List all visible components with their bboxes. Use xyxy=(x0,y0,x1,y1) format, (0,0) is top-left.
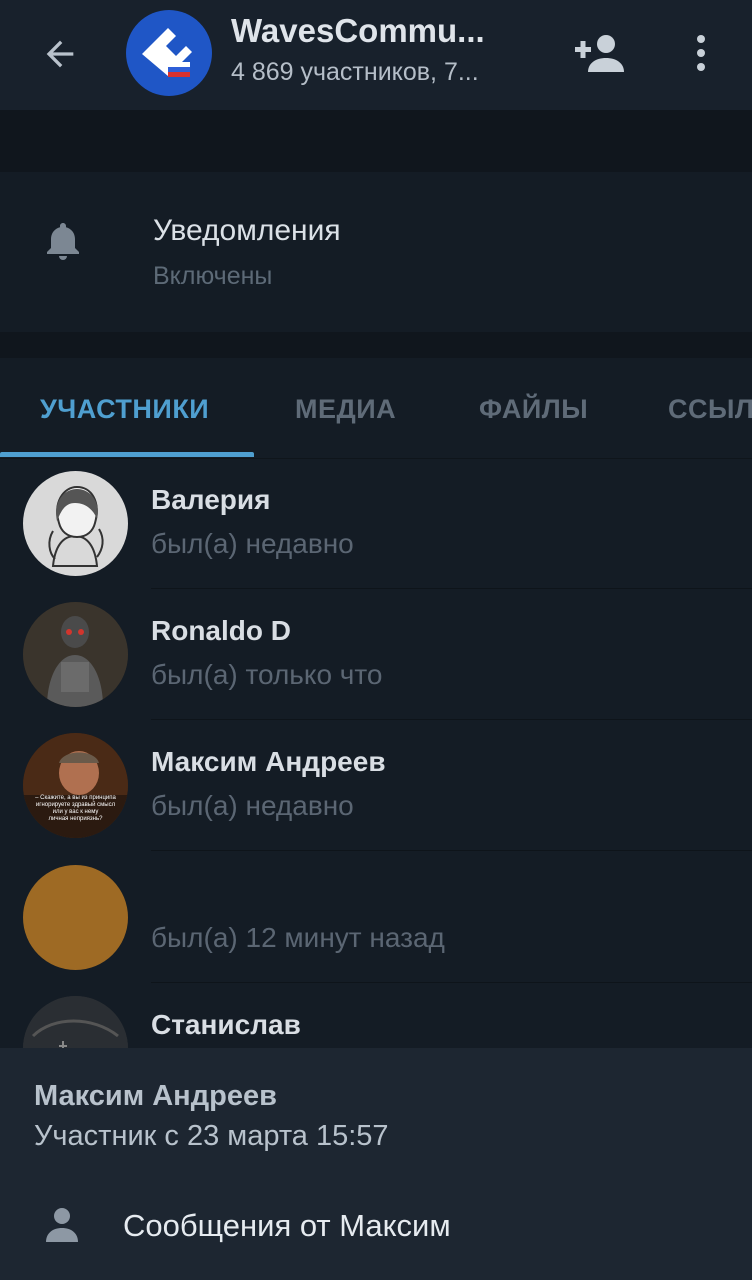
add-member-button[interactable] xyxy=(572,30,628,76)
avatar: – Скажите, а вы из принципа игнорируете … xyxy=(23,733,128,838)
avatar xyxy=(23,471,128,576)
avatar xyxy=(23,865,128,970)
notifications-status: Включены xyxy=(153,262,273,290)
notifications-title: Уведомления xyxy=(153,214,341,247)
member-status: был(а) 12 минут назад xyxy=(151,922,445,953)
more-options-button[interactable] xyxy=(684,30,718,76)
row-divider xyxy=(151,850,752,851)
member-status: был(а) недавно xyxy=(151,790,354,821)
bell-icon xyxy=(47,223,79,260)
active-tab-indicator xyxy=(0,452,254,457)
member-row[interactable]: Ronaldo D был(а) только что xyxy=(0,589,752,720)
member-row[interactable]: – Скажите, а вы из принципа игнорируете … xyxy=(0,720,752,851)
more-vertical-icon xyxy=(697,35,705,71)
chat-subtitle: 4 869 участников, 7... xyxy=(231,58,479,86)
tab-links[interactable]: ССЫЛ xyxy=(668,394,752,425)
section-divider xyxy=(0,332,752,358)
section-divider xyxy=(0,110,752,172)
member-name: Валерия xyxy=(151,484,271,515)
person-icon xyxy=(46,1208,78,1242)
member-row[interactable]: Валерия был(а) недавно xyxy=(0,458,752,589)
member-name: Ronaldo D xyxy=(151,615,291,646)
chat-title[interactable]: WavesCommu... xyxy=(231,12,541,50)
tab-members[interactable]: УЧАСТНИКИ xyxy=(40,394,209,425)
member-status: был(а) недавно xyxy=(151,528,354,559)
avatar-caption: – Скажите, а вы из принципа игнорируете … xyxy=(35,795,116,822)
member-row[interactable]: был(а) 12 минут назад xyxy=(0,852,752,983)
tab-files[interactable]: ФАЙЛЫ xyxy=(479,394,588,425)
messages-from-member-label: Сообщения от Максим xyxy=(123,1208,451,1243)
group-logo-icon xyxy=(142,28,192,77)
tab-media[interactable]: МЕДИА xyxy=(295,394,396,425)
sheet-member-since: Участник с 23 марта 15:57 xyxy=(34,1120,389,1152)
avatar xyxy=(23,602,128,707)
notifications-row[interactable] xyxy=(0,172,752,332)
member-name: Максим Андреев xyxy=(151,746,386,777)
group-avatar[interactable] xyxy=(126,10,212,96)
add-person-icon xyxy=(575,35,624,72)
member-name: Станислав xyxy=(151,1009,301,1040)
sheet-member-name: Максим Андреев xyxy=(34,1080,277,1112)
arrow-left-icon xyxy=(46,40,74,68)
back-button[interactable] xyxy=(34,28,86,80)
member-status: был(а) только что xyxy=(151,659,383,690)
